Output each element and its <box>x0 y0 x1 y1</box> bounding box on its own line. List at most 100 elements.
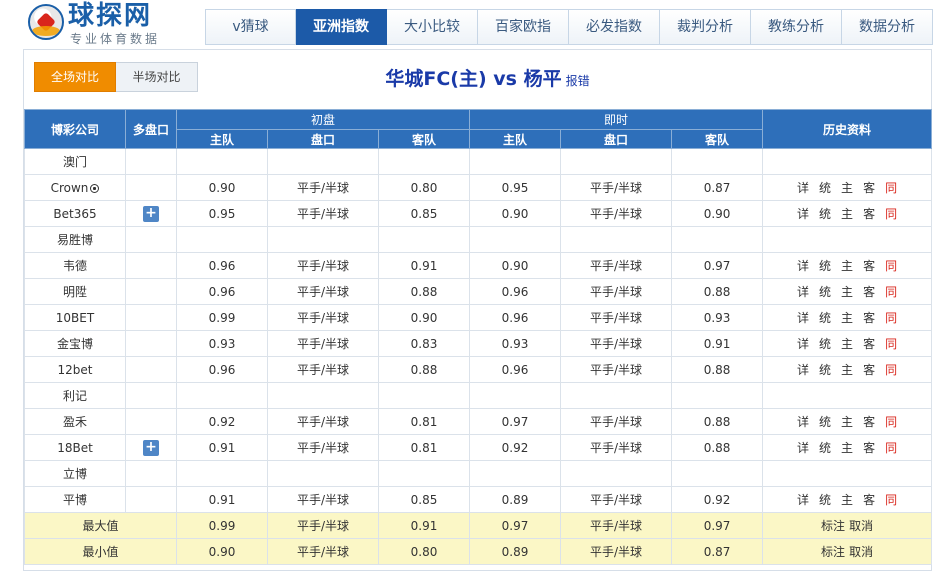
same-link[interactable]: 同 <box>885 181 897 195</box>
same-link[interactable]: 同 <box>885 337 897 351</box>
same-link[interactable]: 同 <box>885 493 897 507</box>
away-link[interactable]: 客 <box>863 285 875 299</box>
same-link[interactable]: 同 <box>885 285 897 299</box>
multi-cell <box>125 174 177 201</box>
detail-link[interactable]: 详 <box>797 441 809 455</box>
empty-cell <box>125 148 177 175</box>
away-link[interactable]: 客 <box>863 493 875 507</box>
empty-cell <box>176 148 268 175</box>
nav-tab[interactable]: v猜球 <box>205 9 296 45</box>
home-link[interactable]: 主 <box>841 493 853 507</box>
same-link[interactable]: 同 <box>885 441 897 455</box>
company-name[interactable]: 10BET <box>24 304 126 331</box>
away-link[interactable]: 客 <box>863 415 875 429</box>
table-row: Bet365 +0.95 平手/半球 0.85 0.90 平手/半球 0.90 详统主客同 <box>24 200 933 227</box>
detail-link[interactable]: 详 <box>797 207 809 221</box>
home-link[interactable]: 主 <box>841 441 853 455</box>
home-link[interactable]: 主 <box>841 285 853 299</box>
company-name[interactable]: 18Bet <box>24 434 126 461</box>
company-name[interactable]: 韦德 <box>24 252 126 279</box>
company-name[interactable]: Bet365 <box>24 200 126 227</box>
nav-tab[interactable]: 百家欧指 <box>478 9 569 45</box>
cancel-link[interactable]: 取消 <box>849 519 873 533</box>
cancel-link[interactable]: 取消 <box>849 545 873 559</box>
nav-tab[interactable]: 亚洲指数 <box>296 9 387 45</box>
empty-cell <box>560 460 673 487</box>
away-link[interactable]: 客 <box>863 363 875 377</box>
home-link[interactable]: 主 <box>841 337 853 351</box>
same-link[interactable]: 同 <box>885 259 897 273</box>
away-link[interactable]: 客 <box>863 259 875 273</box>
company-name[interactable]: 金宝博 <box>24 330 126 357</box>
empty-cell <box>125 226 177 253</box>
away-link[interactable]: 客 <box>863 337 875 351</box>
detail-link[interactable]: 详 <box>797 337 809 351</box>
empty-cell <box>671 382 764 409</box>
empty-cell <box>560 382 673 409</box>
detail-link[interactable]: 详 <box>797 311 809 325</box>
empty-cell <box>469 382 562 409</box>
same-link[interactable]: 同 <box>885 363 897 377</box>
company-name[interactable]: 明陞 <box>24 278 126 305</box>
detail-link[interactable]: 详 <box>797 415 809 429</box>
nav-tab[interactable]: 数据分析 <box>842 9 933 45</box>
live-handicap: 平手/半球 <box>560 356 673 383</box>
stats-link[interactable]: 统 <box>819 311 831 325</box>
detail-link[interactable]: 详 <box>797 259 809 273</box>
stats-link[interactable]: 统 <box>819 181 831 195</box>
home-link[interactable]: 主 <box>841 415 853 429</box>
stats-link[interactable]: 统 <box>819 363 831 377</box>
company-name[interactable]: 12bet <box>24 356 126 383</box>
detail-link[interactable]: 详 <box>797 493 809 507</box>
home-link[interactable]: 主 <box>841 207 853 221</box>
home-link[interactable]: 主 <box>841 311 853 325</box>
match-teams: 华城FC(主) vs 杨平 <box>385 68 562 90</box>
away-link[interactable]: 客 <box>863 311 875 325</box>
detail-link[interactable]: 详 <box>797 181 809 195</box>
logo-title: 球探网 <box>68 1 153 31</box>
logo-ball-icon <box>28 4 64 40</box>
away-link[interactable]: 客 <box>863 441 875 455</box>
home-link[interactable]: 主 <box>841 363 853 377</box>
home-link[interactable]: 主 <box>841 259 853 273</box>
multi-cell: + <box>125 200 177 227</box>
stats-link[interactable]: 统 <box>819 285 831 299</box>
stats-link[interactable]: 统 <box>819 493 831 507</box>
group-name: 立博 <box>24 460 126 487</box>
table-row: 韦德 0.96 平手/半球 0.91 0.90 平手/半球 0.97 详统主客同 <box>24 252 933 279</box>
stat-init-home-odds: 0.90 <box>176 538 268 565</box>
stat-init-away-odds: 0.91 <box>377 512 471 539</box>
detail-link[interactable]: 详 <box>797 285 809 299</box>
stats-link[interactable]: 统 <box>819 207 831 221</box>
expand-plus-icon[interactable]: + <box>143 205 159 222</box>
init-handicap: 平手/半球 <box>267 330 379 357</box>
nav-tab[interactable]: 裁判分析 <box>660 9 751 45</box>
match-title: 华城FC(主) vs 杨平 报错 <box>24 64 931 91</box>
report-error-link[interactable]: 报错 <box>566 74 590 88</box>
stats-link[interactable]: 统 <box>819 259 831 273</box>
mark-link[interactable]: 标注 <box>821 519 845 533</box>
same-link[interactable]: 同 <box>885 415 897 429</box>
same-link[interactable]: 同 <box>885 207 897 221</box>
expand-plus-icon[interactable]: + <box>143 439 159 456</box>
company-name[interactable]: 平博 <box>24 486 126 513</box>
company-name[interactable]: 盈禾 <box>24 408 126 435</box>
nav-tab[interactable]: 教练分析 <box>751 9 842 45</box>
company-name[interactable]: Crown <box>24 174 126 201</box>
mark-link[interactable]: 标注 <box>821 545 845 559</box>
stats-link[interactable]: 统 <box>819 441 831 455</box>
stats-link[interactable]: 统 <box>819 337 831 351</box>
empty-cell <box>176 460 268 487</box>
nav-tab[interactable]: 必发指数 <box>569 9 660 45</box>
away-link[interactable]: 客 <box>863 207 875 221</box>
same-link[interactable]: 同 <box>885 311 897 325</box>
stats-link[interactable]: 统 <box>819 415 831 429</box>
nav-tab[interactable]: 大小比较 <box>387 9 478 45</box>
history-links: 详统主客同 <box>762 278 933 305</box>
site-logo[interactable]: 球探网 专业体育数据 <box>28 1 198 46</box>
company-label: 韦德 <box>62 259 87 273</box>
detail-link[interactable]: 详 <box>797 363 809 377</box>
multi-cell <box>125 252 177 279</box>
away-link[interactable]: 客 <box>863 181 875 195</box>
home-link[interactable]: 主 <box>841 181 853 195</box>
